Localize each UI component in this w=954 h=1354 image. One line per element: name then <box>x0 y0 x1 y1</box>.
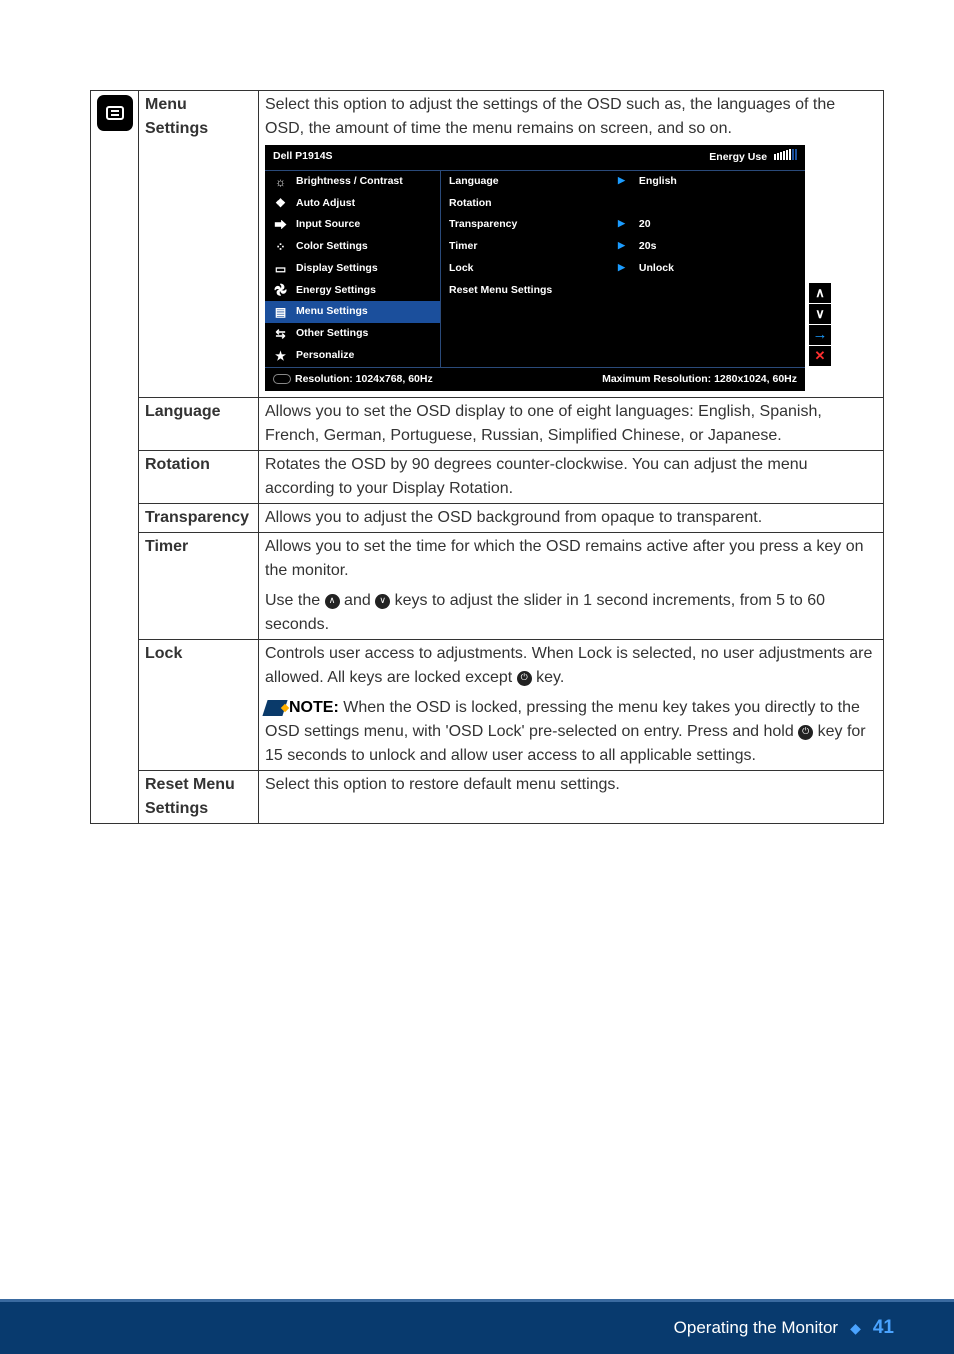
row-desc-transparency: Allows you to adjust the OSD background … <box>259 504 884 533</box>
osd-down-icon: ∨ <box>809 304 831 324</box>
osd-panel: Dell P1914S Energy Use ☼Brightness / Con… <box>265 145 805 391</box>
row-desc-lock: Controls user access to adjustments. Whe… <box>259 640 884 771</box>
chevron-right-icon: ▶ <box>618 261 625 277</box>
personalize-icon: ★ <box>273 349 288 362</box>
other-settings-icon: ⇆ <box>273 327 288 340</box>
osd-mid-menu: Language Rotation Transparency Timer Loc… <box>440 170 610 368</box>
brightness-icon: ☼ <box>273 175 288 188</box>
row-label-transparency: Transparency <box>139 504 259 533</box>
note-icon <box>262 700 287 716</box>
settings-table: Menu Settings Select this option to adju… <box>90 90 884 824</box>
row-label-timer: Timer <box>139 533 259 640</box>
row-desc-language: Allows you to set the OSD display to one… <box>259 398 884 451</box>
display-settings-icon: ▭ <box>273 262 288 275</box>
footer-title: Operating the Monitor <box>674 1318 838 1338</box>
chevron-right-icon: ▶ <box>618 174 625 190</box>
row-desc-menu-settings: Select this option to adjust the setting… <box>259 91 884 398</box>
down-key-icon: ∨ <box>375 594 390 609</box>
osd-close-icon: ✕ <box>809 346 831 366</box>
osd-max-resolution: Maximum Resolution: 1280x1024, 60Hz <box>602 372 797 388</box>
power-key-icon: ⏻ <box>798 725 813 740</box>
osd-right-values: ▶English ▶20 ▶20s ▶Unlock <box>610 170 805 368</box>
osd-up-icon: ∧ <box>809 283 831 303</box>
note-label: NOTE: <box>289 699 339 716</box>
chevron-right-icon: ▶ <box>618 239 625 255</box>
page-number: 41 <box>873 1317 894 1339</box>
chevron-right-icon: ▶ <box>618 217 625 233</box>
row-label-rotation: Rotation <box>139 451 259 504</box>
osd-left-menu: ☼Brightness / Contrast ❖Auto Adjust ⮕Inp… <box>265 170 440 368</box>
up-key-icon: ∧ <box>325 594 340 609</box>
row-label-menu-settings: Menu Settings <box>139 91 259 398</box>
osd-energy: Energy Use <box>709 149 797 166</box>
auto-adjust-icon: ❖ <box>273 197 288 210</box>
menu-settings-small-icon: ▤ <box>273 306 288 319</box>
row-desc-timer: Allows you to set the time for which the… <box>259 533 884 640</box>
energy-settings-icon: 𖣘 <box>273 284 288 297</box>
color-settings-icon: ⁘ <box>273 240 288 253</box>
osd-title: Dell P1914S <box>273 149 333 166</box>
page-footer: Operating the Monitor ◆ 41 <box>0 1302 954 1354</box>
osd-side-buttons: ∧ ∨ → ✕ <box>809 283 831 366</box>
input-source-icon: ⮕ <box>273 219 288 232</box>
row-label-lock: Lock <box>139 640 259 771</box>
osd-resolution: Resolution: 1024x768, 60Hz <box>273 372 433 388</box>
diamond-icon: ◆ <box>850 1320 861 1337</box>
row-label-language: Language <box>139 398 259 451</box>
row-desc-rotation: Rotates the OSD by 90 degrees counter-cl… <box>259 451 884 504</box>
row-label-reset: Reset Menu Settings <box>139 771 259 824</box>
row-desc-reset: Select this option to restore default me… <box>259 771 884 824</box>
resolution-icon <box>273 374 291 384</box>
power-key-icon: ⏻ <box>517 671 532 686</box>
osd-enter-icon: → <box>809 325 831 345</box>
menu-settings-icon <box>97 95 133 131</box>
energy-bar-icon <box>774 149 797 160</box>
